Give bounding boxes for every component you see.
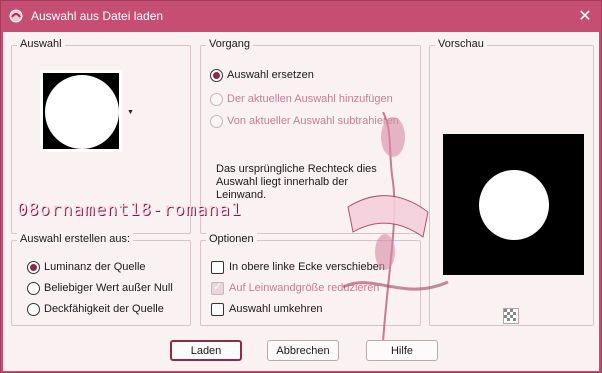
radio-nonzero-value-label: Beliebiger Wert außer Null <box>44 282 173 294</box>
radio-replace-selection[interactable]: Auswahl ersetzen <box>210 67 314 83</box>
preview-group: Vorschau <box>429 38 594 326</box>
help-button[interactable]: Hilfe <box>366 340 438 361</box>
radio-add-to-selection-label: Der aktuellen Auswahl hinzufügen <box>227 93 393 105</box>
close-icon: ✕ <box>578 8 592 25</box>
radio-subtract-selection-control[interactable] <box>210 114 223 128</box>
preview-group-label: Vorschau <box>435 38 487 50</box>
title-bar[interactable]: Auswahl aus Datei laden ✕ <box>1 1 601 32</box>
selection-group-label: Auswahl <box>17 38 65 50</box>
load-button[interactable]: Laden <box>170 340 242 361</box>
options-group-label: Optionen <box>206 233 257 245</box>
create-from-group: Auswahl erstellen aus: Luminanz der Quel… <box>11 233 191 326</box>
cancel-button[interactable]: Abbrechen <box>267 340 339 361</box>
radio-nonzero-value[interactable]: Beliebiger Wert außer Null <box>27 280 173 296</box>
radio-source-opacity-label: Deckfähigkeit der Quelle <box>44 303 164 315</box>
process-group-label: Vorgang <box>206 38 253 50</box>
dialog-content: Auswahl ▼ Vorgang Auswahl ersetzen Der a… <box>3 32 599 371</box>
checkbox-invert-selection-control[interactable] <box>211 302 224 316</box>
radio-source-luminance[interactable]: Luminanz der Quelle <box>27 259 146 275</box>
radio-source-luminance-control[interactable] <box>27 260 40 274</box>
app-icon <box>9 9 23 23</box>
radio-add-to-selection[interactable]: Der aktuellen Auswahl hinzufügen <box>210 91 393 107</box>
radio-replace-selection-label: Auswahl ersetzen <box>227 69 314 81</box>
selection-thumbnail[interactable] <box>40 70 122 152</box>
chevron-down-icon[interactable]: ▼ <box>127 109 134 116</box>
checkbox-invert-selection-label: Auswahl umkehren <box>229 303 323 315</box>
radio-source-opacity-control[interactable] <box>27 302 40 316</box>
radio-nonzero-value-control[interactable] <box>27 281 40 295</box>
radio-source-opacity[interactable]: Deckfähigkeit der Quelle <box>27 301 164 317</box>
radio-add-to-selection-control[interactable] <box>210 92 223 106</box>
dialog-window: Auswahl aus Datei laden ✕ Auswahl ▼ Vorg… <box>0 0 602 373</box>
preview-selection-shape <box>479 170 549 240</box>
preview-canvas <box>443 134 584 275</box>
close-button[interactable]: ✕ <box>571 4 599 28</box>
window-title: Auswahl aus Datei laden <box>31 9 164 23</box>
radio-source-luminance-label: Luminanz der Quelle <box>44 261 146 273</box>
checkbox-move-top-left-control[interactable] <box>211 260 224 274</box>
watermark-text: 08ornament18-romana1 <box>17 200 242 220</box>
transparency-checker-icon[interactable] <box>503 308 519 324</box>
radio-replace-selection-control[interactable] <box>210 68 223 82</box>
checkbox-crop-to-canvas-control[interactable] <box>211 280 224 295</box>
checkbox-invert-selection[interactable]: Auswahl umkehren <box>211 301 323 317</box>
flower-stamp-watermark <box>343 112 449 342</box>
selection-thumbnail-shape <box>45 75 119 149</box>
create-from-group-label: Auswahl erstellen aus: <box>17 233 134 245</box>
